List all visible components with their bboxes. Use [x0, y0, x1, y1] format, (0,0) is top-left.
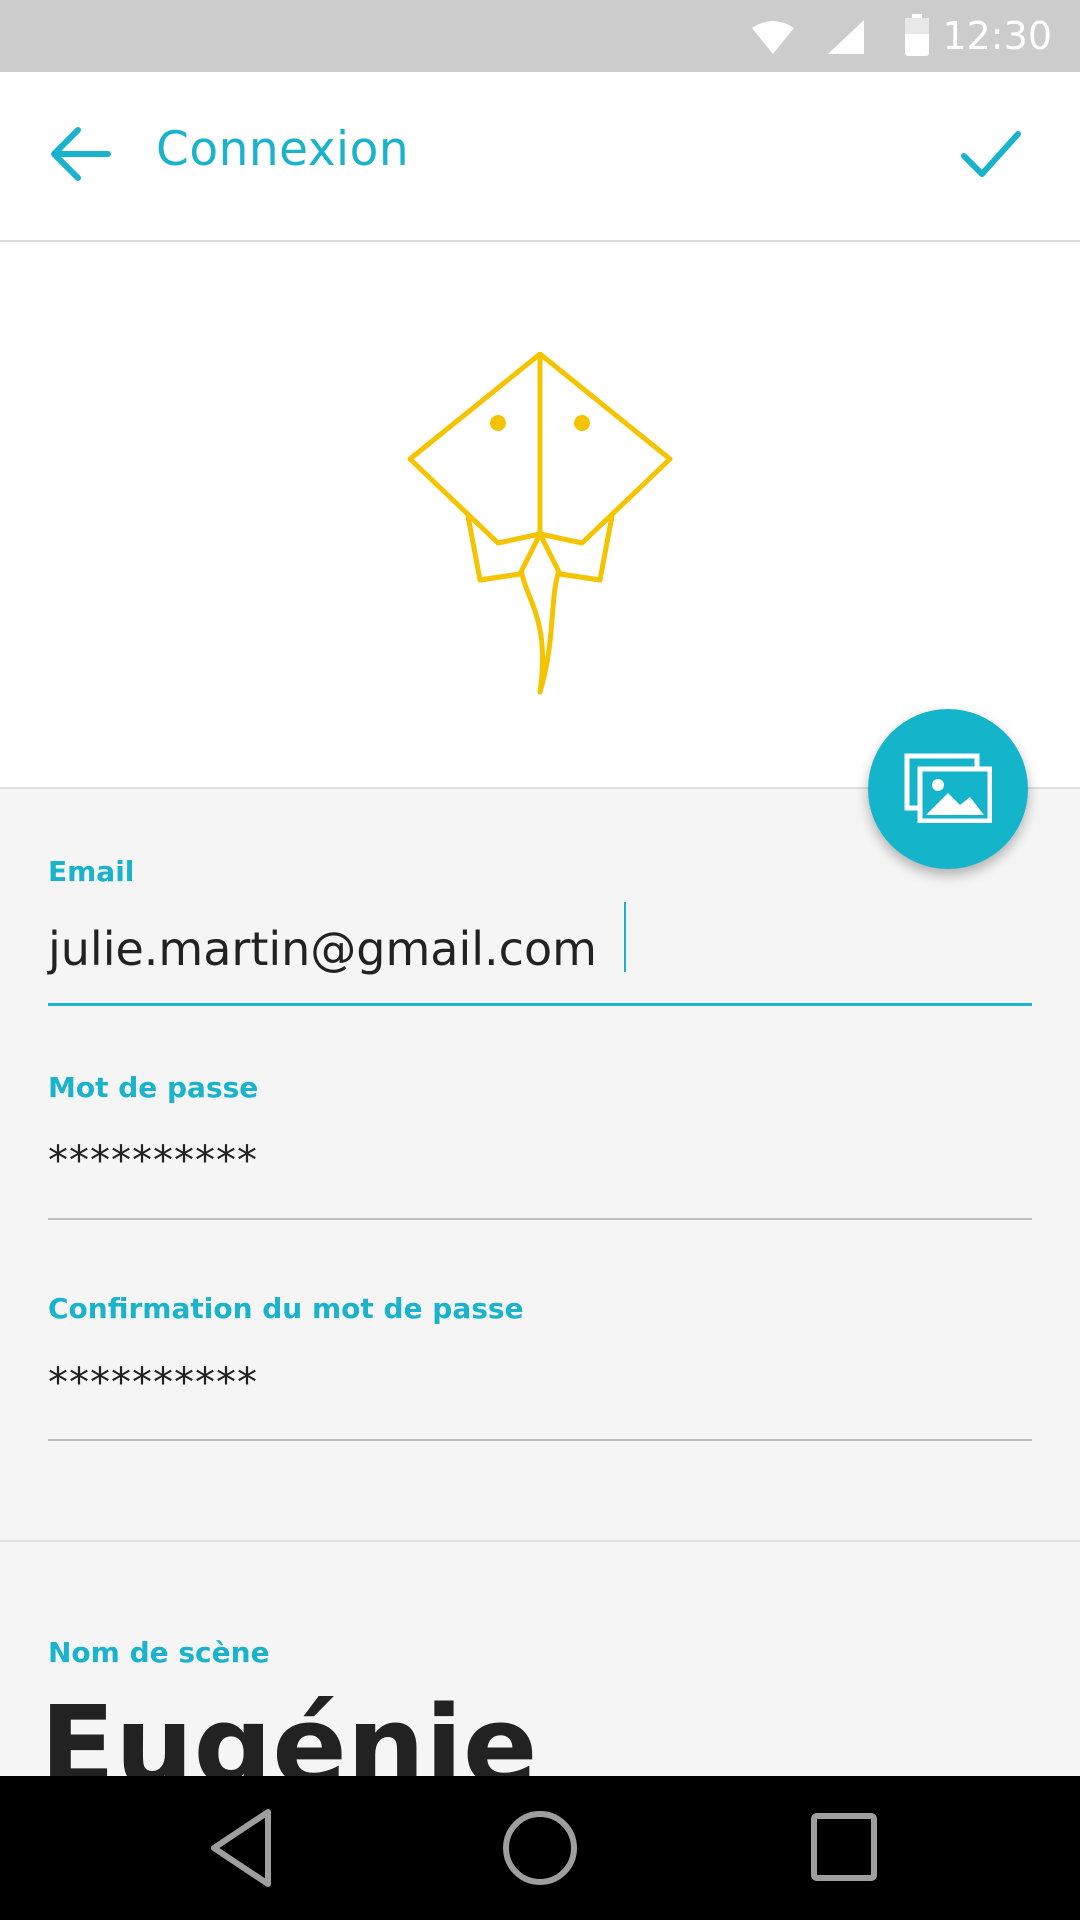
stingray-logo: [407, 352, 673, 695]
password-confirm-field[interactable]: **********: [48, 1360, 258, 1406]
password-label: Mot de passe: [48, 1071, 259, 1104]
change-photo-button[interactable]: [868, 709, 1028, 869]
email-field[interactable]: julie.martin@gmail.com: [48, 922, 597, 976]
page-title: Connexion: [156, 122, 410, 177]
section-divider: [0, 1540, 1080, 1542]
password-confirm-label: Confirmation du mot de passe: [48, 1292, 524, 1325]
home-circle-icon[interactable]: [500, 1806, 580, 1890]
checkmark-icon[interactable]: [960, 128, 1022, 180]
arrow-left-icon[interactable]: [48, 124, 114, 184]
app-bar: Connexion: [0, 72, 1080, 242]
email-label: Email: [48, 855, 135, 888]
gallery-icon: [904, 753, 992, 823]
battery-icon: [905, 14, 929, 56]
text-cursor: [624, 902, 626, 972]
password-confirm-underline: [48, 1439, 1032, 1441]
signal-icon: [828, 20, 864, 54]
back-triangle-icon[interactable]: [208, 1806, 276, 1890]
navigation-bar: [0, 1776, 1080, 1920]
recents-square-icon[interactable]: [808, 1806, 880, 1890]
email-underline: [48, 1003, 1032, 1006]
status-time: 12:30: [942, 14, 1052, 58]
password-field[interactable]: **********: [48, 1138, 258, 1184]
stage-name-label: Nom de scène: [48, 1636, 270, 1669]
wifi-icon: [752, 21, 794, 54]
avatar-area: [0, 242, 1080, 789]
status-bar: 12:30: [0, 0, 1080, 72]
password-underline: [48, 1218, 1032, 1220]
